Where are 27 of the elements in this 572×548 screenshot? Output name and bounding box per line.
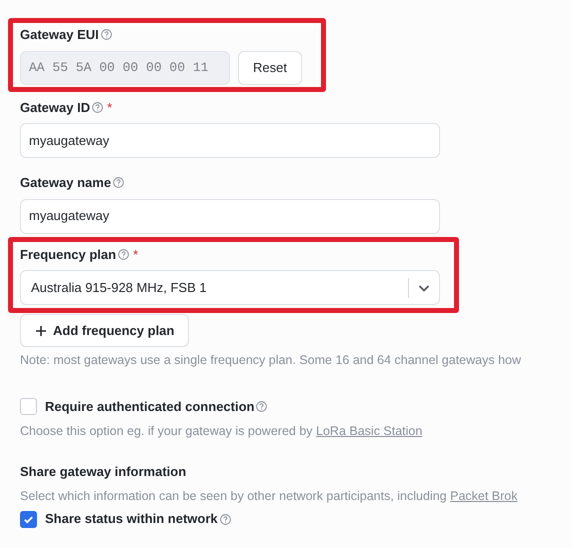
input-field[interactable]: myaugateway [20, 123, 440, 158]
plus-icon [35, 324, 47, 336]
help-icon [256, 401, 268, 412]
help-icon [118, 248, 130, 260]
required-mark: * [133, 246, 138, 264]
input-field[interactable]: myaugateway [20, 198, 440, 234]
checkbox-label: Share status within network [45, 510, 218, 528]
help-icon [100, 29, 112, 40]
field-label: Gateway EUI [20, 26, 99, 44]
help-icon [113, 177, 124, 188]
field-label: Gateway name [20, 174, 112, 192]
required-mark: * [107, 98, 112, 116]
reset-button[interactable]: Reset [238, 50, 302, 84]
checkbox[interactable] [20, 398, 37, 415]
checkbox[interactable] [20, 510, 37, 528]
description-text: Choose this option eg. if your gateway is powered by LoRa Basic Station [20, 423, 424, 440]
checkmark-icon [23, 514, 34, 524]
checkbox-label: Require authenticated connection [45, 398, 254, 416]
section-heading: Share gateway information [20, 463, 188, 481]
note-text: Note: most gateways use a single frequency plan. Some 16 and 64 channel gateways how [20, 352, 522, 369]
add-frequency-plan-button[interactable]: Add frequency plan [20, 314, 190, 347]
description-text: Select which information can be seen by other network participants, including Packet Brok [20, 488, 518, 505]
field-label: Frequency plan [20, 246, 116, 264]
help-icon [92, 102, 104, 113]
help-icon [220, 514, 231, 524]
frequency-plan-select[interactable]: Australia 915-928 MHz, FSB 1 [20, 270, 440, 305]
field-label: Gateway ID [20, 98, 90, 117]
